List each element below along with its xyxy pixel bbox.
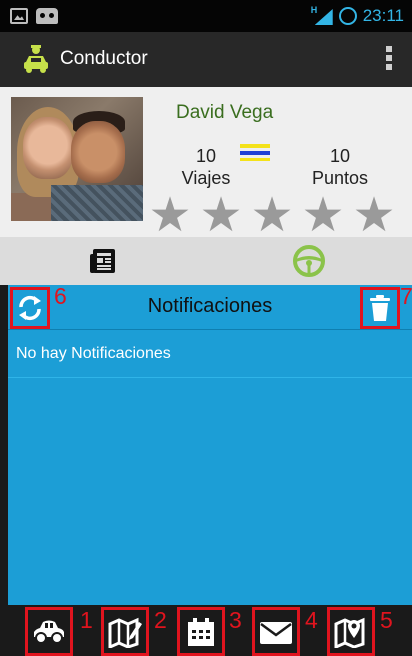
nav-mail-button[interactable] xyxy=(252,607,300,656)
newspaper-icon xyxy=(90,249,115,273)
driver-name: David Vega xyxy=(176,102,274,123)
points-value: 10 xyxy=(329,146,351,166)
flag-icon xyxy=(240,144,270,162)
tab-driving[interactable] xyxy=(206,237,412,285)
android-notification-icon xyxy=(36,8,58,24)
profile-card: David Vega 10 Viajes 10 Puntos ★ ★ ★ ★ ★ xyxy=(0,87,412,240)
notifications-title: Notificaciones xyxy=(147,295,273,317)
points-stat: 10 Puntos xyxy=(304,145,376,189)
points-label: Puntos xyxy=(311,168,369,188)
nav-map-edit-button[interactable] xyxy=(101,607,149,656)
action-bar: Conductor xyxy=(0,32,412,87)
network-type-label: H xyxy=(310,5,318,15)
trips-value: 10 xyxy=(195,146,217,166)
tab-news[interactable] xyxy=(0,237,206,285)
app-title: Conductor xyxy=(60,48,148,69)
driver-logo-icon xyxy=(24,45,48,73)
star-icon[interactable]: ★ xyxy=(299,192,347,240)
bottom-navigation: 1 2 3 4 5 xyxy=(0,605,412,656)
notifications-header: Notificaciones 6 7 xyxy=(8,283,412,330)
delete-callout-label: 7 xyxy=(400,283,412,309)
calendar-icon xyxy=(188,617,214,646)
clock: 23:11 xyxy=(362,6,404,25)
rating-stars[interactable]: ★ ★ ★ ★ ★ xyxy=(146,192,398,240)
mail-icon xyxy=(260,621,292,644)
nav-callout-3: 3 xyxy=(229,607,242,633)
trash-icon xyxy=(370,295,390,321)
signal-icon: H xyxy=(310,5,333,25)
refresh-button[interactable] xyxy=(10,287,50,329)
star-icon[interactable]: ★ xyxy=(350,192,398,240)
nav-car-button[interactable] xyxy=(25,607,73,656)
overflow-menu-icon[interactable] xyxy=(386,46,392,70)
refresh-icon xyxy=(19,295,41,321)
delete-all-button[interactable] xyxy=(360,287,400,329)
map-edit-icon xyxy=(108,617,142,648)
trips-stat: 10 Viajes xyxy=(176,145,236,189)
nav-callout-5: 5 xyxy=(380,607,393,633)
nav-callout-1: 1 xyxy=(80,607,93,633)
star-icon[interactable]: ★ xyxy=(197,192,245,240)
nav-callout-4: 4 xyxy=(305,607,318,633)
refresh-callout-label: 6 xyxy=(54,283,67,309)
tab-strip xyxy=(0,237,412,285)
map-pin-icon xyxy=(334,617,365,648)
nav-calendar-button[interactable] xyxy=(177,607,225,656)
nav-callout-2: 2 xyxy=(154,607,167,633)
star-icon[interactable]: ★ xyxy=(248,192,296,240)
divider xyxy=(8,377,412,378)
notifications-panel: Notificaciones 6 7 No hay Notificaciones xyxy=(8,283,412,605)
image-notification-icon xyxy=(10,8,28,24)
battery-icon xyxy=(338,7,357,25)
empty-notifications-message: No hay Notificaciones xyxy=(16,345,171,362)
profile-photo[interactable] xyxy=(11,97,143,221)
car-icon xyxy=(34,620,64,644)
status-bar: H 23:11 xyxy=(0,0,412,32)
steering-wheel-icon xyxy=(293,245,325,277)
nav-map-pin-button[interactable] xyxy=(327,607,375,656)
star-icon[interactable]: ★ xyxy=(146,192,194,240)
trips-label: Viajes xyxy=(181,168,231,188)
